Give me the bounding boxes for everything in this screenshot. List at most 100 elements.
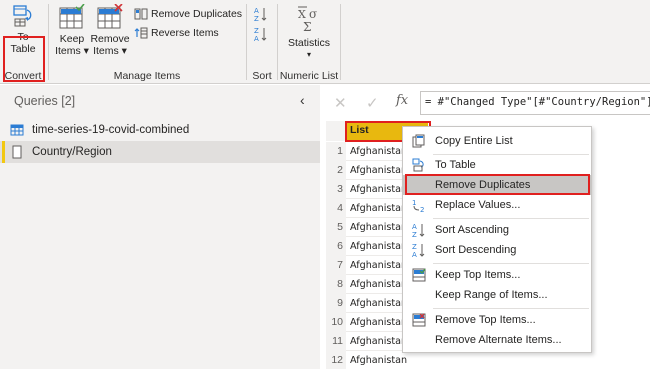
manage-items-group-label: Manage Items xyxy=(113,70,181,82)
svg-text:A: A xyxy=(412,251,417,258)
collapse-pane-button[interactable]: ‹ xyxy=(300,92,305,108)
menu-item-sort-descending[interactable]: ZA Sort Descending xyxy=(403,240,591,260)
row-number: 1 xyxy=(326,142,346,161)
svg-text:Z: Z xyxy=(412,243,417,251)
menu-item-label: Copy Entire List xyxy=(435,135,513,147)
menu-separator xyxy=(433,263,589,264)
menu-item-remove-top-items[interactable]: Remove Top Items... xyxy=(403,310,591,330)
cancel-formula-button[interactable]: ✕ xyxy=(334,94,347,112)
table-row[interactable]: 12 Afghanistan xyxy=(326,351,436,369)
sort-ascending-icon: A Z xyxy=(254,7,267,22)
table-icon xyxy=(10,124,24,136)
menu-item-keep-range-of-items[interactable]: Keep Range of Items... xyxy=(403,285,591,305)
queries-pane: Queries [2] ‹ time-series-19-covid-combi… xyxy=(0,85,320,369)
reverse-items-icon xyxy=(134,27,148,39)
row-number: 9 xyxy=(326,294,346,313)
menu-separator xyxy=(433,218,589,219)
menu-item-replace-values[interactable]: 12 Replace Values... xyxy=(403,195,591,215)
replace-icon: 12 xyxy=(407,195,431,215)
keep-items-label-1: Keep xyxy=(59,33,85,45)
queries-title: Queries [2] xyxy=(14,94,76,108)
menu-item-keep-top-items[interactable]: Keep Top Items... xyxy=(403,265,591,285)
to-table-icon xyxy=(13,5,32,27)
row-number: 3 xyxy=(326,180,346,199)
statistics-label: Statistics xyxy=(287,37,330,49)
blank-icon xyxy=(407,330,431,350)
remove-items-icon xyxy=(97,4,123,29)
list-icon xyxy=(12,145,22,159)
formula-text[interactable]: = #"Changed Type"[#"Country/Region"] xyxy=(425,96,650,108)
cell-value[interactable]: Afghanistan xyxy=(350,256,407,275)
remove-duplicates-label: Remove Duplicates xyxy=(151,8,243,20)
sort-group: A Z Z A Sort xyxy=(248,0,276,84)
reverse-items-label: Reverse Items xyxy=(151,27,219,39)
copy-icon xyxy=(407,131,431,151)
manage-items-group: Keep Items ▾ Remove Items ▾ Remove Dupli… xyxy=(50,0,244,84)
row-number: 6 xyxy=(326,237,346,256)
menu-item-label: Remove Alternate Items... xyxy=(435,334,562,346)
remove-duplicates-button[interactable]: Remove Duplicates xyxy=(134,8,242,20)
cell-value[interactable]: Afghanistan xyxy=(350,161,407,180)
remove-duplicates-highlight xyxy=(405,174,590,195)
cell-value[interactable]: Afghanistan xyxy=(350,294,407,313)
menu-item-to-table[interactable]: To Table xyxy=(403,155,591,175)
ribbon-sort-descending-button[interactable]: Z A xyxy=(254,26,268,42)
menu-item-remove-alternate-items[interactable]: Remove Alternate Items... xyxy=(403,330,591,350)
menu-item-label: To Table xyxy=(435,159,476,171)
reverse-items-button[interactable]: Reverse Items xyxy=(134,27,219,39)
svg-text:Z: Z xyxy=(412,231,417,238)
query-item-country-region[interactable]: Country/Region xyxy=(0,141,320,163)
menu-item-sort-ascending[interactable]: AZ Sort Ascending xyxy=(403,220,591,240)
statistics-arrow: ▾ xyxy=(306,50,311,59)
remove-items-button[interactable]: Remove Items ▾ xyxy=(90,4,130,57)
keep-items-button[interactable]: Keep Items ▾ xyxy=(54,4,90,57)
svg-text:σ: σ xyxy=(309,7,317,21)
fx-icon[interactable]: fx xyxy=(396,93,408,108)
remove-items-label-1: Remove xyxy=(90,33,130,45)
remove-duplicates-icon xyxy=(134,8,148,20)
row-number: 11 xyxy=(326,332,346,351)
confirm-formula-button[interactable]: ✓ xyxy=(366,94,379,112)
query-item-label: time-series-19-covid-combined xyxy=(32,124,190,136)
cell-value[interactable]: Afghanistan xyxy=(350,199,407,218)
row-number: 8 xyxy=(326,275,346,294)
divider xyxy=(48,4,49,80)
menu-item-label: Replace Values... xyxy=(435,199,521,211)
divider xyxy=(246,4,247,80)
row-number: 7 xyxy=(326,256,346,275)
svg-text:Σ: Σ xyxy=(303,20,311,34)
row-number: 5 xyxy=(326,218,346,237)
svg-text:2: 2 xyxy=(420,206,424,212)
query-item-label: Country/Region xyxy=(32,146,112,158)
svg-text:A: A xyxy=(412,223,417,231)
cell-value[interactable]: Afghanistan xyxy=(350,275,407,294)
cell-value[interactable]: Afghanistan xyxy=(350,218,407,237)
cell-value[interactable]: Afghanistan xyxy=(350,351,407,369)
svg-text:Z: Z xyxy=(254,27,259,35)
cell-value[interactable]: Afghanistan xyxy=(350,313,407,332)
remove-top-icon xyxy=(407,310,431,330)
cell-value[interactable]: Afghanistan xyxy=(350,332,407,351)
menu-separator xyxy=(433,308,589,309)
numeric-list-group: X σ Σ Statistics ▾ Numeric List xyxy=(279,0,339,84)
divider xyxy=(340,4,341,80)
row-number: 12 xyxy=(326,351,346,369)
remove-items-label-2: Items ▾ xyxy=(93,45,127,57)
svg-text:Z: Z xyxy=(254,15,259,22)
ribbon-sort-ascending-button[interactable]: A Z xyxy=(254,6,268,22)
ribbon: To Table Convert Keep Items ▾ Remove Ite… xyxy=(0,0,650,84)
cell-value[interactable]: Afghanistan xyxy=(350,237,407,256)
context-menu: Copy Entire List To Table Remove Duplica… xyxy=(402,126,592,353)
row-number: 2 xyxy=(326,161,346,180)
divider xyxy=(277,4,278,80)
cell-value[interactable]: Afghanistan xyxy=(350,180,407,199)
blank-icon xyxy=(407,285,431,305)
cell-value[interactable]: Afghanistan xyxy=(350,142,407,161)
row-number: 10 xyxy=(326,313,346,332)
menu-item-label: Sort Descending xyxy=(435,244,517,256)
grid-corner[interactable] xyxy=(326,121,346,141)
statistics-button[interactable]: X σ Σ Statistics ▾ xyxy=(283,4,335,61)
sort-descending-icon: ZA xyxy=(407,240,431,260)
menu-item-copy-entire-list[interactable]: Copy Entire List xyxy=(403,131,591,151)
query-item-time-series[interactable]: time-series-19-covid-combined xyxy=(0,119,320,141)
